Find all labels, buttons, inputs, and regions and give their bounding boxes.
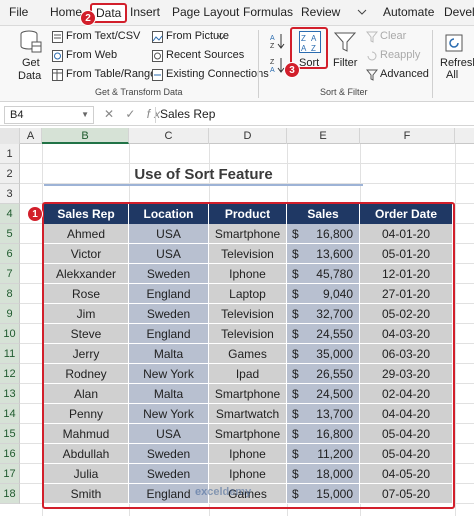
sort-ascending-icon: AZ [270, 34, 285, 50]
row-header[interactable]: 4 [0, 204, 20, 224]
tab-review[interactable]: Review [301, 5, 340, 19]
picture-icon [152, 31, 163, 43]
existing-connections-icon [152, 69, 163, 81]
svg-text:Z: Z [270, 59, 275, 66]
formula-separator [155, 107, 156, 123]
worksheet-grid[interactable]: A B C D E F 1 2 3 4 5 6 7 8 9 10 11 12 13 14 15 16 17 18 … [0, 128, 474, 516]
row-header[interactable]: 11 [0, 344, 20, 364]
reapply-icon [367, 51, 377, 61]
gridline [455, 144, 456, 516]
from-table-range-button[interactable]: From Table/Range [66, 68, 156, 80]
formula-bar: B4▼ ✕ ✓ fx Sales Rep [0, 104, 474, 126]
refresh-label-2: All [446, 69, 459, 81]
name-box-value: B4 [10, 109, 24, 121]
clear-button[interactable]: Clear [380, 30, 406, 42]
web-icon [52, 50, 63, 62]
step-badge-2: 2 [80, 10, 96, 26]
filter-button[interactable]: Filter [332, 29, 358, 71]
row-header[interactable]: 14 [0, 404, 20, 424]
formula-input[interactable]: Sales Rep [160, 107, 215, 121]
excel-window: File Home Data Insert Page Layout Formul… [0, 0, 474, 516]
row-header[interactable]: 12 [0, 364, 20, 384]
advanced-filter-icon [366, 69, 378, 81]
recent-sources-button[interactable]: Recent Sources [166, 49, 244, 61]
row-header[interactable]: 17 [0, 464, 20, 484]
chevron-down-icon: ▼ [81, 110, 89, 119]
row-header[interactable]: 2 [0, 164, 20, 184]
sheet-title[interactable]: Use of Sort Feature [44, 164, 363, 186]
row-header[interactable]: 5 [0, 224, 20, 244]
from-text-csv-button[interactable]: From Text/CSV [66, 30, 140, 42]
name-box[interactable]: B4 ▼ [4, 106, 94, 124]
existing-connections-button[interactable]: Existing Connections [166, 68, 269, 80]
tab-home[interactable]: Home [50, 5, 82, 19]
row-header[interactable]: 10 [0, 324, 20, 344]
tab-automate[interactable]: Automate [383, 5, 434, 19]
refresh-all-button[interactable]: Refresh All [438, 29, 474, 85]
tab-insert[interactable]: Insert [130, 5, 160, 19]
row-header[interactable]: 18 [0, 484, 20, 504]
svg-text:A: A [270, 67, 275, 74]
svg-text:A: A [270, 35, 275, 42]
text-csv-icon [52, 31, 63, 43]
table-range-icon [52, 69, 63, 81]
row-header[interactable]: 13 [0, 384, 20, 404]
ribbon-tab-bar: File Home Data Insert Page Layout Formul… [0, 0, 474, 26]
get-data-label-2: Data [18, 70, 42, 82]
column-header-b[interactable]: B [42, 128, 129, 144]
selection-highlight-box [42, 202, 455, 509]
row-header[interactable]: 6 [0, 244, 20, 264]
reapply-button[interactable]: Reapply [380, 49, 420, 61]
tab-developer[interactable]: Develo [444, 5, 474, 19]
refresh-label: Refresh [440, 57, 474, 69]
chevron-down-icon [218, 35, 225, 40]
row-header[interactable]: 7 [0, 264, 20, 284]
step-badge-3: 3 [284, 62, 300, 78]
get-data-button[interactable]: Get Data [12, 30, 48, 82]
ribbon-data: Get Data From Text/CSV From Web From Tab… [0, 26, 474, 102]
get-data-label: Get [22, 57, 40, 69]
column-header-f[interactable]: F [360, 128, 455, 144]
step-badge-1: 1 [27, 206, 43, 222]
sort-filter-group-title: Sort & Filter [320, 87, 368, 97]
tab-view[interactable] [357, 5, 367, 20]
column-header-e[interactable]: E [287, 128, 360, 144]
filter-icon [334, 32, 356, 52]
row-header[interactable]: 3 [0, 184, 20, 204]
advanced-button[interactable]: Advanced [380, 68, 429, 80]
sort-az-button[interactable]: AZ [270, 32, 286, 50]
svg-text:Z: Z [270, 43, 275, 50]
from-web-button[interactable]: From Web [66, 49, 117, 61]
clear-icon [366, 31, 378, 43]
row-header[interactable]: 16 [0, 444, 20, 464]
row-header[interactable]: 1 [0, 144, 20, 164]
tab-formulas[interactable]: Formulas [243, 5, 293, 19]
tab-page-layout[interactable]: Page Layout [172, 5, 239, 19]
group-separator [432, 30, 433, 98]
row-header[interactable]: 9 [0, 304, 20, 324]
recent-sources-icon [152, 50, 163, 62]
column-header-d[interactable]: D [209, 128, 287, 144]
column-header-row: A B C D E F [0, 128, 474, 144]
select-all-corner[interactable] [0, 128, 20, 144]
tab-file[interactable]: File [9, 5, 28, 19]
filter-label: Filter [333, 57, 358, 69]
watermark: exceldemy [195, 486, 252, 498]
database-icon [20, 30, 42, 53]
refresh-icon [445, 34, 463, 52]
group-separator [258, 30, 259, 98]
get-transform-group-title: Get & Transform Data [95, 87, 183, 97]
column-header-c[interactable]: C [129, 128, 209, 144]
row-header[interactable]: 8 [0, 284, 20, 304]
row-header[interactable]: 15 [0, 424, 20, 444]
column-header-a[interactable]: A [20, 128, 42, 144]
